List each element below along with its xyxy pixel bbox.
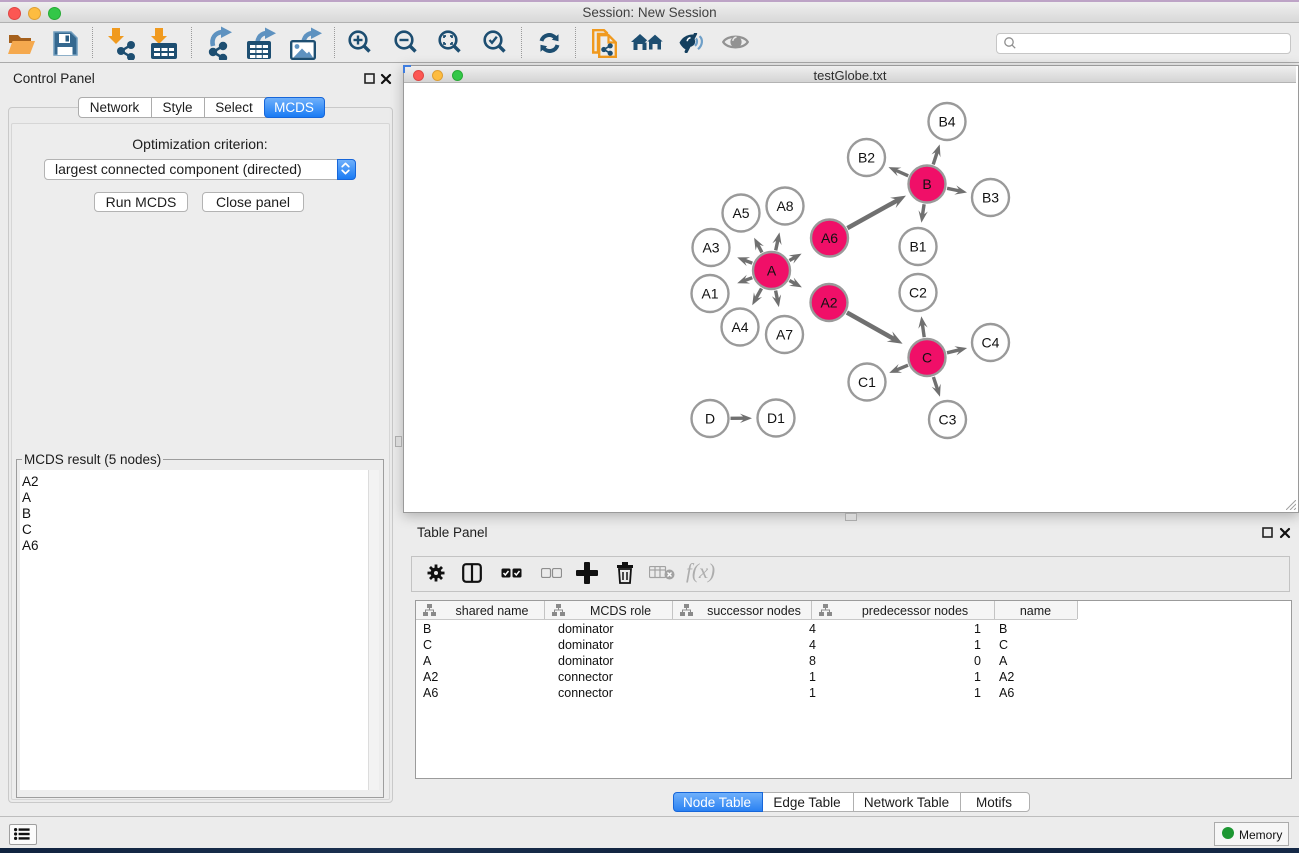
svg-text:A1: A1	[701, 286, 718, 302]
svg-text:C2: C2	[909, 285, 927, 301]
svg-text:A6: A6	[821, 230, 838, 246]
svg-text:B3: B3	[982, 190, 999, 206]
svg-text:A3: A3	[702, 240, 719, 256]
svg-text:A7: A7	[776, 327, 793, 343]
svg-text:A5: A5	[732, 205, 749, 221]
svg-text:C1: C1	[858, 374, 876, 390]
svg-text:B1: B1	[909, 239, 926, 255]
svg-text:C: C	[922, 350, 932, 366]
svg-text:D: D	[705, 411, 715, 427]
svg-text:A: A	[767, 263, 777, 279]
svg-text:A8: A8	[776, 198, 793, 214]
svg-text:B4: B4	[938, 114, 955, 130]
svg-text:A2: A2	[820, 295, 837, 311]
svg-text:C3: C3	[939, 412, 957, 428]
svg-text:B2: B2	[858, 150, 875, 166]
svg-text:A4: A4	[731, 319, 748, 335]
svg-text:C4: C4	[982, 335, 1000, 351]
svg-text:B: B	[922, 176, 931, 192]
svg-text:D1: D1	[767, 410, 785, 426]
